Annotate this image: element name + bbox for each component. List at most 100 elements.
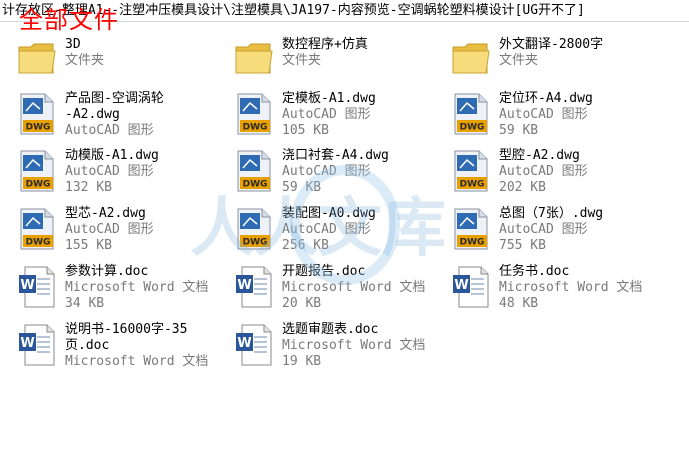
folder-item[interactable]: 外文翻译-2800字 文件夹 <box>451 37 661 93</box>
all-files-title: 全部文件 <box>19 6 119 34</box>
file-item[interactable]: DWG 动模版-A1.dwg AutoCAD 图形 132 KB <box>17 148 227 204</box>
item-type: Microsoft Word 文档 <box>499 280 643 295</box>
svg-text:DWG: DWG <box>243 123 268 133</box>
item-text: 动模版-A1.dwg AutoCAD 图形 132 KB <box>65 148 235 196</box>
item-name: 开题报告.doc <box>282 264 366 279</box>
dwg-file-icon: DWG <box>234 207 274 255</box>
word-document-icon: W <box>234 265 274 313</box>
item-size: 256 KB <box>282 238 329 253</box>
file-item[interactable]: DWG 浇口衬套-A4.dwg AutoCAD 图形 59 KB <box>234 148 444 204</box>
item-type: 文件夹 <box>499 53 539 68</box>
item-text: 选题审题表.doc Microsoft Word 文档 19 KB <box>282 322 452 370</box>
item-text: 型芯-A2.dwg AutoCAD 图形 155 KB <box>65 206 235 254</box>
item-size: 105 KB <box>282 123 329 138</box>
item-name: 型芯-A2.dwg <box>65 206 146 221</box>
file-item[interactable]: DWG 定模板-A1.dwg AutoCAD 图形 105 KB <box>234 91 444 147</box>
svg-text:DWG: DWG <box>243 238 268 248</box>
item-text: 外文翻译-2800字 文件夹 <box>499 37 669 69</box>
item-size: 132 KB <box>65 180 112 195</box>
item-text: 数控程序+仿真 文件夹 <box>282 37 452 69</box>
item-type: AutoCAD 图形 <box>65 123 154 138</box>
item-type: Microsoft Word 文档 <box>282 338 426 353</box>
item-text: 浇口衬套-A4.dwg AutoCAD 图形 59 KB <box>282 148 452 196</box>
item-text: 总图（7张）.dwg AutoCAD 图形 755 KB <box>499 206 669 254</box>
file-item[interactable]: DWG 型腔-A2.dwg AutoCAD 图形 202 KB <box>451 148 661 204</box>
file-item[interactable]: DWG 型芯-A2.dwg AutoCAD 图形 155 KB <box>17 206 227 262</box>
item-size: 34 KB <box>65 296 105 311</box>
folder-icon <box>234 39 274 81</box>
item-text: 参数计算.doc Microsoft Word 文档 34 KB <box>65 264 235 312</box>
item-text: 开题报告.doc Microsoft Word 文档 20 KB <box>282 264 452 312</box>
folder-icon <box>17 39 57 81</box>
item-name: 数控程序+仿真 <box>282 37 368 52</box>
file-item[interactable]: W 参数计算.doc Microsoft Word 文档 34 KB <box>17 264 227 320</box>
dwg-file-icon: DWG <box>451 149 491 197</box>
item-type: Microsoft Word 文档 <box>65 354 209 369</box>
svg-text:DWG: DWG <box>460 123 485 133</box>
dwg-file-icon: DWG <box>17 92 57 140</box>
item-size: 20 KB <box>282 296 322 311</box>
dwg-file-icon: DWG <box>234 92 274 140</box>
item-size: 202 KB <box>499 180 546 195</box>
item-type: AutoCAD 图形 <box>499 164 588 179</box>
word-document-icon: W <box>17 323 57 371</box>
item-name: 说明书-16000字-35 页.doc <box>65 322 188 353</box>
item-text: 3D 文件夹 <box>65 37 235 69</box>
svg-text:DWG: DWG <box>460 238 485 248</box>
dwg-file-icon: DWG <box>17 207 57 255</box>
item-text: 型腔-A2.dwg AutoCAD 图形 202 KB <box>499 148 669 196</box>
svg-text:W: W <box>237 336 251 351</box>
svg-text:DWG: DWG <box>26 238 51 248</box>
file-item[interactable]: DWG 产品图-空调涡轮 -A2.dwg AutoCAD 图形 <box>17 91 227 147</box>
item-text: 说明书-16000字-35 页.doc Microsoft Word 文档 <box>65 322 235 370</box>
word-document-icon: W <box>234 323 274 371</box>
svg-text:W: W <box>20 278 34 293</box>
file-item[interactable]: W 选题审题表.doc Microsoft Word 文档 19 KB <box>234 322 444 378</box>
item-type: AutoCAD 图形 <box>499 107 588 122</box>
dwg-file-icon: DWG <box>451 92 491 140</box>
item-type: AutoCAD 图形 <box>282 107 371 122</box>
word-document-icon: W <box>17 265 57 313</box>
item-size: 59 KB <box>282 180 322 195</box>
item-name: 型腔-A2.dwg <box>499 148 580 163</box>
file-item[interactable]: W 说明书-16000字-35 页.doc Microsoft Word 文档 <box>17 322 227 378</box>
item-name: 选题审题表.doc <box>282 322 379 337</box>
svg-text:DWG: DWG <box>460 180 485 190</box>
file-item[interactable]: DWG 装配图-A0.dwg AutoCAD 图形 256 KB <box>234 206 444 262</box>
folder-item[interactable]: 数控程序+仿真 文件夹 <box>234 37 444 93</box>
item-type: 文件夹 <box>282 53 322 68</box>
folder-item[interactable]: 3D 文件夹 <box>17 37 227 93</box>
svg-text:DWG: DWG <box>26 180 51 190</box>
item-text: 定位环-A4.dwg AutoCAD 图形 59 KB <box>499 91 669 139</box>
item-name: 参数计算.doc <box>65 264 149 279</box>
item-text: 任务书.doc Microsoft Word 文档 48 KB <box>499 264 669 312</box>
dwg-file-icon: DWG <box>17 149 57 197</box>
item-type: AutoCAD 图形 <box>282 222 371 237</box>
file-item[interactable]: DWG 定位环-A4.dwg AutoCAD 图形 59 KB <box>451 91 661 147</box>
file-item[interactable]: DWG 总图（7张）.dwg AutoCAD 图形 755 KB <box>451 206 661 262</box>
item-size: 59 KB <box>499 123 539 138</box>
item-name: 浇口衬套-A4.dwg <box>282 148 389 163</box>
item-type: AutoCAD 图形 <box>65 222 154 237</box>
item-size: 755 KB <box>499 238 546 253</box>
item-name: 外文翻译-2800字 <box>499 37 604 52</box>
file-item[interactable]: W 任务书.doc Microsoft Word 文档 48 KB <box>451 264 661 320</box>
svg-text:W: W <box>20 336 34 351</box>
item-name: 定位环-A4.dwg <box>499 91 593 106</box>
item-type: AutoCAD 图形 <box>499 222 588 237</box>
item-type: 文件夹 <box>65 53 105 68</box>
item-name: 任务书.doc <box>499 264 570 279</box>
item-size: 155 KB <box>65 238 112 253</box>
item-name: 动模版-A1.dwg <box>65 148 159 163</box>
item-type: Microsoft Word 文档 <box>65 280 209 295</box>
item-size: 48 KB <box>499 296 539 311</box>
file-item[interactable]: W 开题报告.doc Microsoft Word 文档 20 KB <box>234 264 444 320</box>
svg-text:W: W <box>454 278 468 293</box>
dwg-file-icon: DWG <box>451 207 491 255</box>
dwg-file-icon: DWG <box>234 149 274 197</box>
svg-text:DWG: DWG <box>243 180 268 190</box>
item-text: 产品图-空调涡轮 -A2.dwg AutoCAD 图形 <box>65 91 235 139</box>
item-text: 定模板-A1.dwg AutoCAD 图形 105 KB <box>282 91 452 139</box>
item-size: 19 KB <box>282 354 322 369</box>
word-document-icon: W <box>451 265 491 313</box>
